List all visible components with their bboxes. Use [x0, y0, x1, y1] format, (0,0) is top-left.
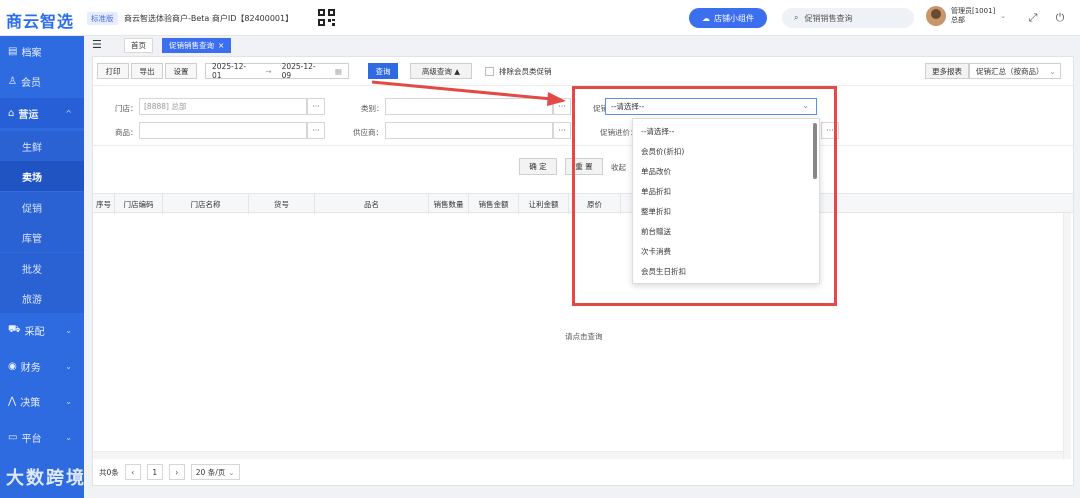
empty-table-message: 请点击查询	[565, 332, 603, 341]
date-separator: →	[265, 66, 272, 76]
tab-home[interactable]: 首页	[124, 38, 153, 53]
store-picker-button[interactable]: ···	[307, 98, 325, 115]
export-button[interactable]: 导出	[131, 63, 163, 79]
total-count: 共0条	[99, 467, 119, 477]
search-icon: ⌕	[794, 13, 799, 22]
store-icon: ⌂	[8, 107, 15, 119]
sidebar-item-archive[interactable]: ▤ 档案	[0, 36, 84, 66]
col-sales-qty[interactable]: 销售数量	[429, 194, 469, 214]
edition-badge: 标准版	[87, 12, 118, 25]
sidebar-sub-tourism[interactable]: 旅游	[0, 283, 84, 313]
sidebar-item-platform[interactable]: ▭ 平台 ⌄	[0, 422, 84, 452]
sidebar-item-purchase[interactable]: ⛟ 采配 ⌄	[0, 315, 84, 345]
report-type-select[interactable]: 促销汇总（按商品） ⌄	[969, 63, 1061, 79]
tab-promo-sales-query[interactable]: 促销销售查询 ×	[162, 38, 232, 53]
user-dept: 总部	[951, 16, 965, 24]
monitor-icon: ▭	[8, 431, 18, 443]
chevron-down-icon: ⌄	[65, 432, 72, 442]
chevron-down-icon: ⌄	[228, 467, 235, 477]
chevron-down-icon: ⌄	[65, 396, 72, 406]
global-search[interactable]: ⌕	[782, 8, 914, 28]
date-from: 2025-12-01	[212, 62, 247, 80]
sidebar: ▤ 档案 ♙ 会员 ⌂ 营运 ^ 生鲜 卖场 促销 库管 批发 旅游 ⛟ 采配 ⌄ ◉ 财…	[0, 36, 84, 498]
avatar	[926, 6, 946, 26]
horizontal-scrollbar[interactable]	[93, 451, 1063, 459]
chevron-down-icon: ⌄	[1000, 12, 1007, 20]
prev-page-button[interactable]: ‹	[124, 464, 141, 480]
col-store-code[interactable]: 门店编码	[115, 194, 163, 214]
col-store-name[interactable]: 门店名称	[163, 194, 249, 214]
sidebar-sub-store-floor[interactable]: 卖场	[0, 161, 84, 191]
folder-icon: ▤	[8, 45, 18, 57]
chevron-down-icon: ⌄	[65, 325, 72, 335]
cart-icon: ⛟	[8, 323, 21, 335]
top-header: 商云智选 标准版 商云智选体验商户-Beta 商户ID【82400001】 ☁ …	[0, 0, 1080, 36]
goods-label: 商品：	[115, 128, 138, 137]
more-reports-button[interactable]: 更多报表	[925, 63, 969, 79]
advanced-query-button[interactable]: 高级查询 ▲	[410, 63, 472, 79]
category-label: 类别：	[361, 104, 384, 113]
date-range-picker[interactable]: 2025-12-01 → 2025-12-09 ▦	[205, 62, 349, 80]
chart-icon: ⋀	[8, 395, 17, 407]
chevron-down-icon: ⌄	[65, 361, 72, 371]
col-discount-amount[interactable]: 让利金额	[519, 194, 569, 214]
sidebar-sub-wholesale[interactable]: 批发	[0, 253, 84, 283]
store-field[interactable]: [8888] 总部	[139, 98, 307, 115]
page-size-select[interactable]: 20 条/页 ⌄	[190, 464, 240, 480]
coin-icon: ◉	[8, 360, 17, 372]
tab-bar: ☰ 首页 促销销售查询 ×	[84, 36, 1080, 54]
highlight-box	[572, 86, 837, 306]
col-product-name[interactable]: 品名	[315, 194, 429, 214]
supplier-picker-button[interactable]: ···	[553, 122, 571, 139]
exclude-member-checkbox[interactable]: 排除会员类促销	[485, 66, 552, 77]
power-icon[interactable]: ⏻	[1053, 11, 1067, 25]
col-sku[interactable]: 货号	[249, 194, 315, 214]
vertical-scrollbar[interactable]	[1063, 213, 1071, 459]
calendar-icon: ▦	[334, 66, 342, 76]
person-icon: ♙	[8, 75, 17, 87]
supplier-field[interactable]	[385, 122, 553, 139]
goods-picker-button[interactable]: ···	[307, 122, 325, 139]
user-name: 管理员[1001]	[951, 7, 996, 15]
sidebar-item-finance[interactable]: ◉ 财务 ⌄	[0, 351, 84, 381]
print-button[interactable]: 打印	[97, 63, 129, 79]
user-menu[interactable]: 管理员[1001] 总部 ⌄	[926, 6, 1006, 26]
sidebar-sub-fresh[interactable]: 生鲜	[0, 131, 84, 161]
col-index[interactable]: 序号	[93, 194, 115, 214]
sidebar-item-operations[interactable]: ⌂ 营运 ^	[0, 98, 84, 128]
sidebar-item-decision[interactable]: ⋀ 决策 ⌄	[0, 386, 84, 416]
chevron-down-icon: ⌄	[1049, 66, 1056, 76]
goods-field[interactable]	[139, 122, 307, 139]
supplier-label: 供应商：	[353, 128, 383, 137]
col-sales-amount[interactable]: 销售金额	[469, 194, 519, 214]
sidebar-sub-promotion[interactable]: 促销	[0, 192, 84, 222]
fullscreen-icon[interactable]: ⤢	[1026, 11, 1040, 25]
qr-code-icon[interactable]	[318, 9, 335, 26]
store-widget-button[interactable]: ☁ 店铺小组件	[689, 8, 767, 28]
date-to: 2025-12-09	[281, 62, 316, 80]
store-label: 门店：	[115, 104, 138, 113]
confirm-button[interactable]: 确 定	[519, 158, 557, 175]
sidebar-sub-inventory[interactable]: 库管	[0, 222, 84, 252]
pagination: 共0条 ‹ 1 › 20 条/页 ⌄	[93, 461, 1073, 483]
merchant-info: 商云智选体验商户-Beta 商户ID【82400001】	[124, 14, 294, 23]
category-picker-button[interactable]: ···	[553, 98, 571, 115]
next-page-button[interactable]: ›	[168, 464, 185, 480]
close-icon[interactable]: ×	[218, 41, 224, 50]
watermark: 大数跨境	[6, 468, 86, 489]
cloud-icon: ☁	[702, 13, 710, 23]
search-input[interactable]	[804, 13, 905, 23]
category-field[interactable]	[385, 98, 553, 115]
query-button[interactable]: 查询	[368, 63, 398, 79]
settings-button[interactable]: 设置	[165, 63, 197, 79]
sidebar-item-member[interactable]: ♙ 会员	[0, 66, 84, 96]
menu-toggle-icon[interactable]: ☰	[92, 38, 102, 51]
app-logo: 商云智选	[6, 12, 75, 31]
checkbox-box[interactable]	[485, 67, 494, 76]
chevron-up-icon: ^	[65, 108, 72, 118]
current-page[interactable]: 1	[146, 464, 163, 480]
